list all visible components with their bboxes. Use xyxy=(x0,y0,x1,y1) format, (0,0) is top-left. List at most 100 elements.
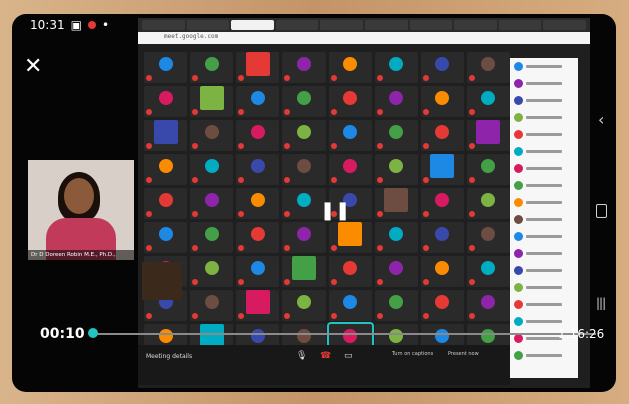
participant-tile[interactable] xyxy=(420,188,464,219)
participant-list-item[interactable] xyxy=(510,194,578,211)
participant-tile[interactable] xyxy=(282,120,326,151)
participant-list-item[interactable] xyxy=(510,296,578,313)
participant-list-item[interactable] xyxy=(510,279,578,296)
participant-tile[interactable] xyxy=(374,222,418,253)
participant-tile[interactable] xyxy=(466,120,510,151)
participant-tile[interactable] xyxy=(144,86,188,117)
participant-list-item[interactable] xyxy=(510,126,578,143)
pause-icon[interactable]: ❚❚ xyxy=(320,200,350,221)
participant-tile[interactable] xyxy=(374,290,418,321)
participant-tile[interactable] xyxy=(466,52,510,83)
participant-tile[interactable] xyxy=(374,188,418,219)
participant-list-item[interactable] xyxy=(510,211,578,228)
participant-tile[interactable] xyxy=(328,222,372,253)
browser-tab[interactable] xyxy=(364,20,408,30)
browser-tab[interactable] xyxy=(320,20,363,30)
participant-list-item[interactable] xyxy=(510,160,578,177)
browser-tab[interactable] xyxy=(543,20,586,30)
participant-tile[interactable] xyxy=(236,154,280,185)
participant-tile[interactable] xyxy=(236,52,280,83)
participant-tile[interactable] xyxy=(236,188,280,219)
participant-list-item[interactable] xyxy=(510,177,578,194)
participant-tile[interactable] xyxy=(374,154,418,185)
participant-list-item[interactable] xyxy=(510,228,578,245)
participant-tile[interactable] xyxy=(328,154,372,185)
hangup-icon[interactable]: ☎ xyxy=(320,351,331,361)
browser-tab[interactable] xyxy=(231,20,274,30)
browser-tab[interactable] xyxy=(142,20,185,30)
participant-tile[interactable] xyxy=(420,52,464,83)
participant-tile[interactable] xyxy=(420,86,464,117)
participant-tile[interactable] xyxy=(420,290,464,321)
participant-tile[interactable] xyxy=(328,120,372,151)
meeting-details-button[interactable]: Meeting details xyxy=(146,353,192,360)
participant-tile[interactable] xyxy=(236,120,280,151)
participant-tile[interactable] xyxy=(328,52,372,83)
participant-list-item[interactable] xyxy=(510,347,578,364)
participant-list-item[interactable] xyxy=(510,143,578,160)
participant-tile[interactable] xyxy=(282,256,326,287)
seek-track[interactable] xyxy=(90,333,596,335)
participant-tile[interactable] xyxy=(420,154,464,185)
participant-list-item[interactable] xyxy=(510,92,578,109)
participant-tile[interactable] xyxy=(190,256,234,287)
browser-tab[interactable] xyxy=(498,20,542,30)
participant-list-item[interactable] xyxy=(510,109,578,126)
browser-tab[interactable] xyxy=(186,20,230,30)
participant-list-item[interactable] xyxy=(510,58,578,75)
browser-tab[interactable] xyxy=(409,20,453,30)
camera-icon[interactable]: ▭ xyxy=(344,351,353,361)
participant-tile[interactable] xyxy=(190,52,234,83)
participant-tile[interactable] xyxy=(374,86,418,117)
seek-knob[interactable] xyxy=(87,328,98,338)
participant-tile[interactable] xyxy=(328,290,372,321)
participant-tile[interactable] xyxy=(374,120,418,151)
participant-tile[interactable] xyxy=(374,52,418,83)
participant-list-item[interactable] xyxy=(510,245,578,262)
participant-tile[interactable] xyxy=(190,86,234,117)
participant-tile[interactable] xyxy=(236,86,280,117)
participant-tile[interactable] xyxy=(420,120,464,151)
participant-tile[interactable] xyxy=(144,222,188,253)
participant-tile[interactable] xyxy=(466,154,510,185)
participant-tile[interactable] xyxy=(190,154,234,185)
participant-tile[interactable] xyxy=(236,256,280,287)
browser-tab[interactable] xyxy=(454,20,497,30)
participant-tile[interactable] xyxy=(466,256,510,287)
participant-tile[interactable] xyxy=(144,188,188,219)
close-icon[interactable]: ✕ xyxy=(24,56,42,78)
participant-tile[interactable] xyxy=(328,256,372,287)
participant-tile[interactable] xyxy=(420,222,464,253)
participant-tile[interactable] xyxy=(420,256,464,287)
chevron-left-icon[interactable]: ‹ xyxy=(598,110,604,129)
participant-tile[interactable] xyxy=(282,290,326,321)
participant-list-item[interactable] xyxy=(510,262,578,279)
address-bar[interactable]: meet.google.com xyxy=(138,32,590,44)
participant-tile[interactable] xyxy=(236,290,280,321)
participant-tile[interactable] xyxy=(328,86,372,117)
square-icon[interactable] xyxy=(596,204,607,218)
participant-tile[interactable] xyxy=(236,222,280,253)
mic-icon[interactable]: 🎙 xyxy=(296,351,307,361)
participant-tile[interactable] xyxy=(144,52,188,83)
participant-tile[interactable] xyxy=(282,86,326,117)
participant-tile[interactable] xyxy=(466,222,510,253)
participant-tile[interactable] xyxy=(282,154,326,185)
participant-tile[interactable] xyxy=(190,188,234,219)
participant-tile[interactable] xyxy=(466,86,510,117)
captions-button[interactable]: Turn on captions xyxy=(392,351,433,357)
participant-tile[interactable] xyxy=(144,120,188,151)
menu-bars-icon[interactable]: ||| xyxy=(596,296,606,310)
participant-tile[interactable] xyxy=(190,222,234,253)
participant-tile[interactable] xyxy=(144,154,188,185)
participant-tile[interactable] xyxy=(466,290,510,321)
participant-tile[interactable] xyxy=(282,52,326,83)
participant-tile[interactable] xyxy=(374,256,418,287)
participant-tile[interactable] xyxy=(282,222,326,253)
participant-tile[interactable] xyxy=(190,290,234,321)
present-button[interactable]: Present now xyxy=(448,351,479,357)
browser-tab[interactable] xyxy=(275,20,319,30)
participant-list-item[interactable] xyxy=(510,75,578,92)
participant-tile[interactable] xyxy=(466,188,510,219)
participant-tile[interactable] xyxy=(190,120,234,151)
